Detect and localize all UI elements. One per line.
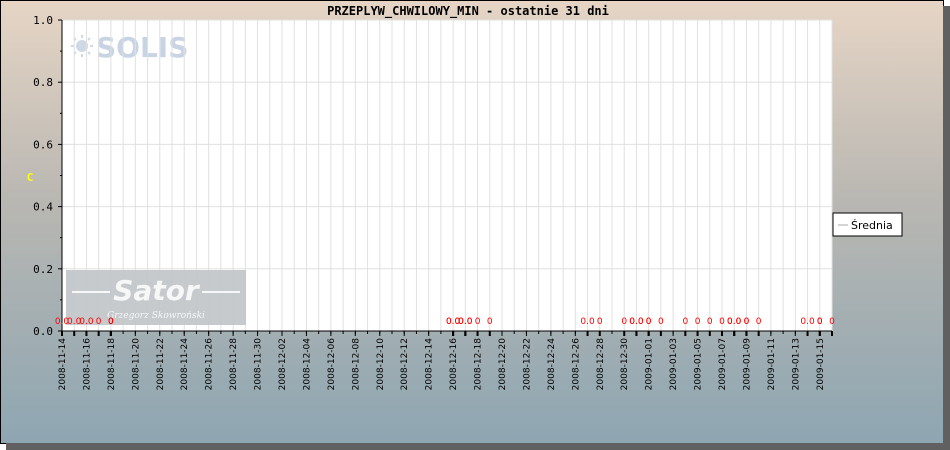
x-tick-label: 2008-12-30: [620, 338, 630, 391]
data-label: 0.0: [629, 317, 644, 327]
legend: Średnia: [832, 212, 903, 237]
x-tick-label: 2009-01-03: [669, 338, 679, 390]
x-tick-label: 2008-11-14: [58, 338, 68, 391]
data-label: 0.0: [727, 317, 742, 327]
data-label: 0: [829, 317, 835, 327]
data-label: 0: [475, 317, 481, 327]
x-tick-label: 2008-12-24: [547, 338, 557, 391]
x-tick-label: 2008-11-30: [254, 338, 264, 391]
x-tick-label: 2008-12-20: [498, 338, 508, 391]
x-tick-label: 2008-12-12: [400, 338, 410, 390]
x-tick-label: 2008-11-24: [180, 338, 190, 391]
data-label: 0: [756, 317, 762, 327]
data-label: 0: [682, 317, 688, 327]
chart: PRZEPLYW_CHWILOWY_MIN - ostatnie 31 dni …: [27, 4, 903, 391]
sator-logo-text: Sator: [113, 274, 201, 307]
x-tick-label: 2008-12-18: [474, 338, 484, 391]
x-tick-label: 2009-01-13: [791, 338, 801, 390]
x-tick-label: 2009-01-11: [767, 338, 777, 390]
y-axis-label: C: [27, 171, 34, 184]
x-tick-label: 2008-11-28: [229, 338, 239, 391]
chart-title: PRZEPLYW_CHWILOWY_MIN - ostatnie 31 dni: [327, 4, 609, 19]
data-label: 0: [695, 317, 701, 327]
x-tick-label: 2009-01-07: [718, 338, 728, 390]
x-tick-label: 2008-12-04: [302, 338, 312, 391]
y-tick-label: 0.0: [33, 325, 53, 338]
x-tick-label: 2008-12-06: [327, 338, 337, 391]
legend-label: Średnia: [851, 219, 893, 232]
x-tick-label: 2008-12-22: [522, 338, 532, 390]
x-tick-label: 2009-01-15: [816, 338, 826, 390]
x-tick-label: 2008-12-16: [449, 338, 459, 391]
data-label: 0: [817, 317, 823, 327]
y-tick-label: 1.0: [33, 14, 53, 27]
data-label: 0: [719, 317, 725, 327]
data-label: 0: [744, 317, 750, 327]
y-axis-ticks: 0.0 0.2 0.4 0.6 0.8 1.0: [33, 14, 62, 338]
data-label: 0.0: [800, 317, 815, 327]
x-tick-label: 2008-11-22: [156, 338, 166, 390]
data-label: 0: [108, 317, 114, 327]
x-tick-label: 2008-12-14: [425, 338, 435, 391]
data-label: 0: [96, 317, 102, 327]
solis-logo-text: SOLIS: [96, 31, 188, 64]
x-tick-label: 2008-12-10: [376, 338, 386, 391]
x-tick-label: 2008-12-28: [596, 338, 606, 391]
x-tick-label: 2008-12-02: [278, 338, 288, 390]
data-label: 0.0: [580, 317, 595, 327]
data-label: 0: [707, 317, 713, 327]
data-label: 0.0: [79, 317, 94, 327]
data-label: 0.0: [458, 317, 473, 327]
y-tick-label: 0.8: [33, 76, 53, 89]
data-label: 0: [621, 317, 627, 327]
x-tick-label: 2008-11-20: [131, 338, 141, 391]
x-tick-label: 2008-11-18: [107, 338, 117, 391]
data-label: 0: [597, 317, 603, 327]
x-tick-label: 2008-12-08: [351, 338, 361, 391]
x-axis-ticks: 2008-11-14 2008-11-16 2008-11-18 2008-11-20…: [58, 331, 833, 391]
x-tick-label: 2009-01-01: [645, 338, 655, 390]
sator-caption: Grzegorz Skowroński: [107, 310, 205, 321]
y-tick-label: 0.2: [33, 263, 53, 276]
y-tick-label: 0.4: [33, 201, 53, 214]
x-tick-label: 2008-11-26: [205, 338, 215, 391]
x-tick-label: 2009-01-09: [742, 338, 752, 391]
data-label: 0: [646, 317, 652, 327]
x-tick-label: 2008-12-26: [571, 338, 581, 391]
data-label: 0: [487, 317, 493, 327]
x-tick-label: 2009-01-05: [694, 338, 704, 390]
data-label: 0: [658, 317, 664, 327]
y-tick-label: 0.6: [33, 138, 53, 151]
x-tick-label: 2008-11-16: [82, 338, 92, 391]
